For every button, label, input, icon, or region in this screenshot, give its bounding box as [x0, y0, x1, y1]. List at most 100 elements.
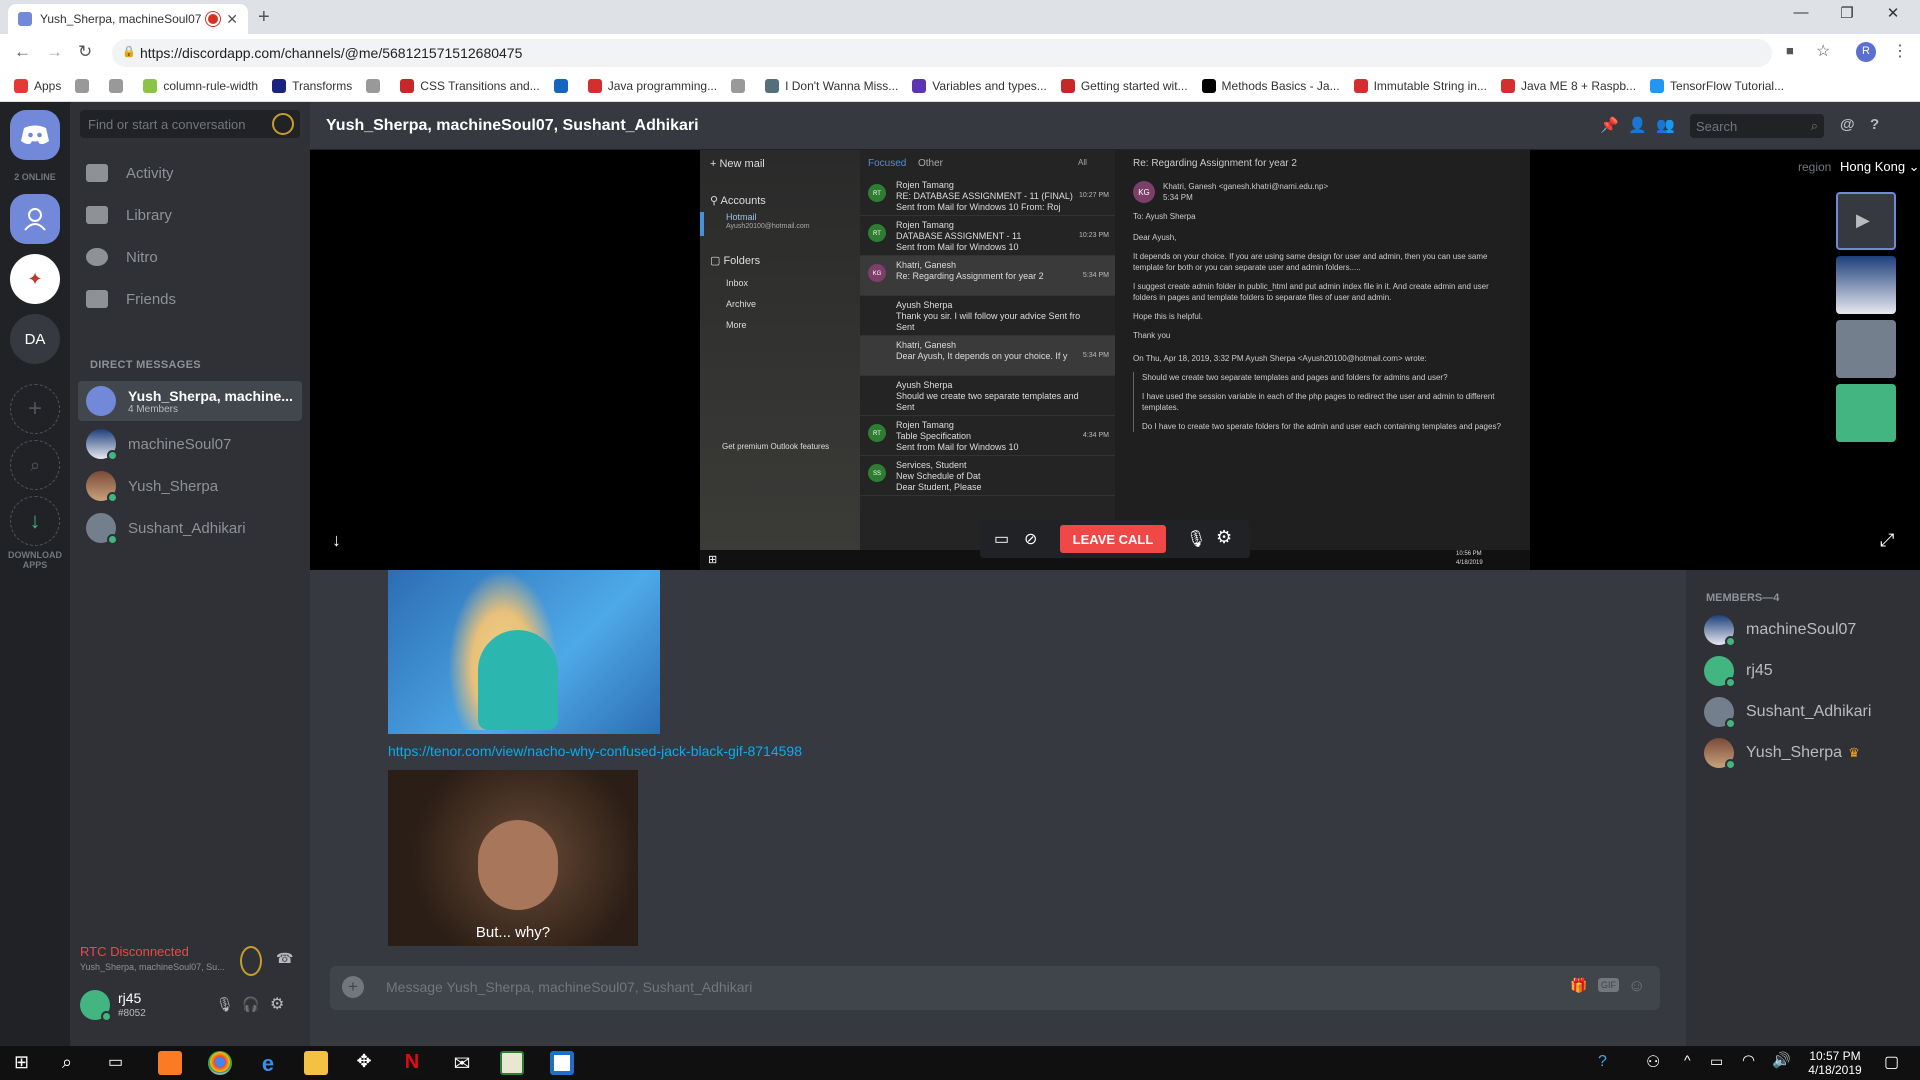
close-window-button[interactable]: ✕ [1870, 4, 1916, 22]
tray-expand-icon[interactable]: ^ [1684, 1052, 1691, 1068]
member-item[interactable]: machineSoul07 [1704, 612, 1914, 648]
netflix-icon[interactable]: N [400, 1051, 424, 1075]
help-tray-icon[interactable]: ? [1598, 1053, 1607, 1071]
bookmark-item[interactable]: Immutable String in... [1353, 78, 1487, 93]
browser-tab[interactable]: Yush_Sherpa, machineSoul07 ✕ [8, 4, 248, 34]
search-input[interactable]: Search ⌕ [1690, 114, 1824, 138]
nav-activity[interactable]: Activity [86, 154, 306, 192]
bookmark-item[interactable] [109, 78, 129, 93]
gif-icon[interactable]: GIF [1598, 978, 1619, 992]
server-initials[interactable]: DA [10, 314, 60, 364]
member-list-icon[interactable]: 👥 [1656, 116, 1675, 134]
upload-plus-icon[interactable]: + [342, 976, 364, 998]
bookmark-item[interactable]: CSS Transitions and... [400, 78, 540, 93]
discord-home-icon[interactable] [10, 110, 60, 160]
url-field[interactable]: 🔒 https://discordapp.com/channels/@me/56… [112, 39, 1772, 67]
forward-icon[interactable]: → [46, 42, 63, 62]
dropbox-icon[interactable]: ✥ [352, 1051, 376, 1075]
call-mic-icon[interactable]: 🎙 [1186, 529, 1206, 549]
video-tile-machinesoul07[interactable] [1836, 256, 1896, 314]
gift-icon[interactable]: 🎁 [1570, 977, 1587, 994]
nav-library[interactable]: Library [86, 196, 306, 234]
conversation-search[interactable]: Find or start a conversation [80, 110, 300, 138]
people-icon[interactable]: ⚇ [1646, 1052, 1660, 1072]
edge-icon[interactable]: e [256, 1051, 280, 1076]
emoji-icon[interactable]: ☺ [1628, 976, 1645, 996]
start-icon[interactable]: ⊞ [14, 1052, 29, 1073]
message-composer[interactable]: + Message Yush_Sherpa, machineSoul07, Su… [330, 966, 1660, 1010]
menu-icon[interactable]: ⋮ [1892, 41, 1908, 61]
wifi-icon[interactable]: ◠ [1742, 1051, 1755, 1069]
headphones-icon[interactable]: 🎧 [242, 996, 259, 1013]
tab-close-icon[interactable]: ✕ [226, 11, 238, 28]
screenshare-icon[interactable]: ▭ [994, 529, 1009, 549]
mentions-icon[interactable]: @ [1840, 116, 1855, 133]
member-item[interactable]: Sushant_Adhikari [1704, 694, 1914, 730]
bookmark-item[interactable] [366, 78, 386, 93]
dm-item-yush-sherpa[interactable]: Yush_Sherpa [78, 466, 302, 506]
bookmark-item[interactable]: Methods Basics - Ja... [1201, 78, 1340, 93]
member-item[interactable]: Yush_Sherpa ♛ [1704, 735, 1914, 771]
clock[interactable]: 10:57 PM 4/18/2019 [1800, 1049, 1870, 1077]
bookmark-item[interactable]: Java programming... [587, 78, 717, 93]
task-view-icon[interactable]: ▭ [108, 1052, 123, 1072]
settings-gear-icon[interactable]: ⚙ [270, 994, 284, 1014]
nav-friends[interactable]: Friends [86, 280, 306, 318]
bookmark-item[interactable]: I Don't Wanna Miss... [765, 78, 898, 93]
star-butterfly-gif[interactable] [388, 570, 660, 734]
file-explorer-icon[interactable] [304, 1051, 328, 1075]
notepad-icon[interactable] [500, 1051, 524, 1075]
search-taskbar-icon[interactable]: ⌕ [62, 1052, 72, 1073]
video-tile-self[interactable]: ▶ [1836, 192, 1896, 250]
call-settings-icon[interactable]: ⚙ [1216, 527, 1232, 548]
download-icon[interactable]: ↓ [10, 496, 60, 546]
dm-item-machinesoul07[interactable]: machineSoul07 [78, 424, 302, 464]
new-tab-button[interactable]: + [258, 6, 270, 29]
collapse-arrow-icon[interactable]: ↓ [332, 530, 341, 551]
profile-avatar[interactable]: R [1856, 42, 1876, 62]
add-server-icon[interactable]: + [10, 384, 60, 434]
bookmark-item[interactable] [75, 78, 95, 93]
mic-icon[interactable]: 🎙 [216, 996, 234, 1013]
tenor-link[interactable]: https://tenor.com/view/nacho-why-confuse… [388, 743, 802, 759]
region-selector[interactable]: Hong Kong ⌄ [1840, 159, 1920, 175]
video-tile-rj45[interactable] [1836, 384, 1896, 442]
member-item[interactable]: rj45 [1704, 653, 1914, 689]
add-friend-icon[interactable]: 👤 [1628, 116, 1647, 134]
pin-icon[interactable]: 📌 [1600, 116, 1619, 134]
leave-call-button[interactable]: LEAVE CALL [1060, 525, 1166, 553]
star-icon[interactable]: ☆ [1816, 41, 1830, 61]
back-icon[interactable]: ← [14, 42, 31, 62]
minimize-button[interactable]: — [1778, 4, 1824, 21]
bookmark-item[interactable]: column-rule-width [143, 78, 258, 93]
app-window-icon[interactable] [550, 1051, 574, 1075]
xampp-icon[interactable] [158, 1051, 182, 1075]
maximize-button[interactable]: ❐ [1824, 4, 1870, 22]
nav-nitro[interactable]: Nitro [86, 238, 306, 276]
bookmark-item[interactable] [553, 78, 574, 93]
bookmark-item[interactable] [731, 78, 751, 93]
dm-item-group[interactable]: Yush_Sherpa, machine... 4 Members [78, 381, 302, 421]
search-servers-icon[interactable]: ⌕ [10, 440, 60, 490]
help-icon[interactable]: ? [1870, 116, 1879, 133]
fullscreen-icon[interactable]: ⤢ [1880, 530, 1894, 551]
bookmark-item[interactable]: Apps [14, 78, 61, 93]
server-icon[interactable]: ✦ [10, 254, 60, 304]
camera-icon[interactable]: ■ [1786, 43, 1794, 58]
bookmark-item[interactable]: Java ME 8 + Raspb... [1500, 78, 1636, 93]
bookmark-item[interactable]: Getting started wit... [1060, 78, 1188, 93]
bookmark-item[interactable]: Transforms [272, 78, 352, 93]
video-off-icon[interactable]: ⊘ [1024, 529, 1037, 549]
dm-item-sushant-adhikari[interactable]: Sushant_Adhikari [78, 508, 302, 548]
chrome-taskbar-icon[interactable] [208, 1051, 232, 1075]
video-tile-sushant[interactable] [1836, 320, 1896, 378]
group-dm-icon[interactable] [10, 194, 60, 244]
battery-icon[interactable]: ▭ [1710, 1053, 1723, 1070]
user-avatar[interactable] [80, 990, 112, 1022]
mail-icon[interactable]: ✉ [450, 1051, 474, 1075]
nacho-gif[interactable]: But... why? [388, 770, 638, 946]
bookmark-item[interactable]: TensorFlow Tutorial... [1650, 78, 1784, 93]
volume-icon[interactable]: 🔊 [1772, 1051, 1791, 1069]
reload-icon[interactable]: ↻ [78, 42, 92, 62]
notifications-icon[interactable]: ▢ [1884, 1052, 1899, 1072]
